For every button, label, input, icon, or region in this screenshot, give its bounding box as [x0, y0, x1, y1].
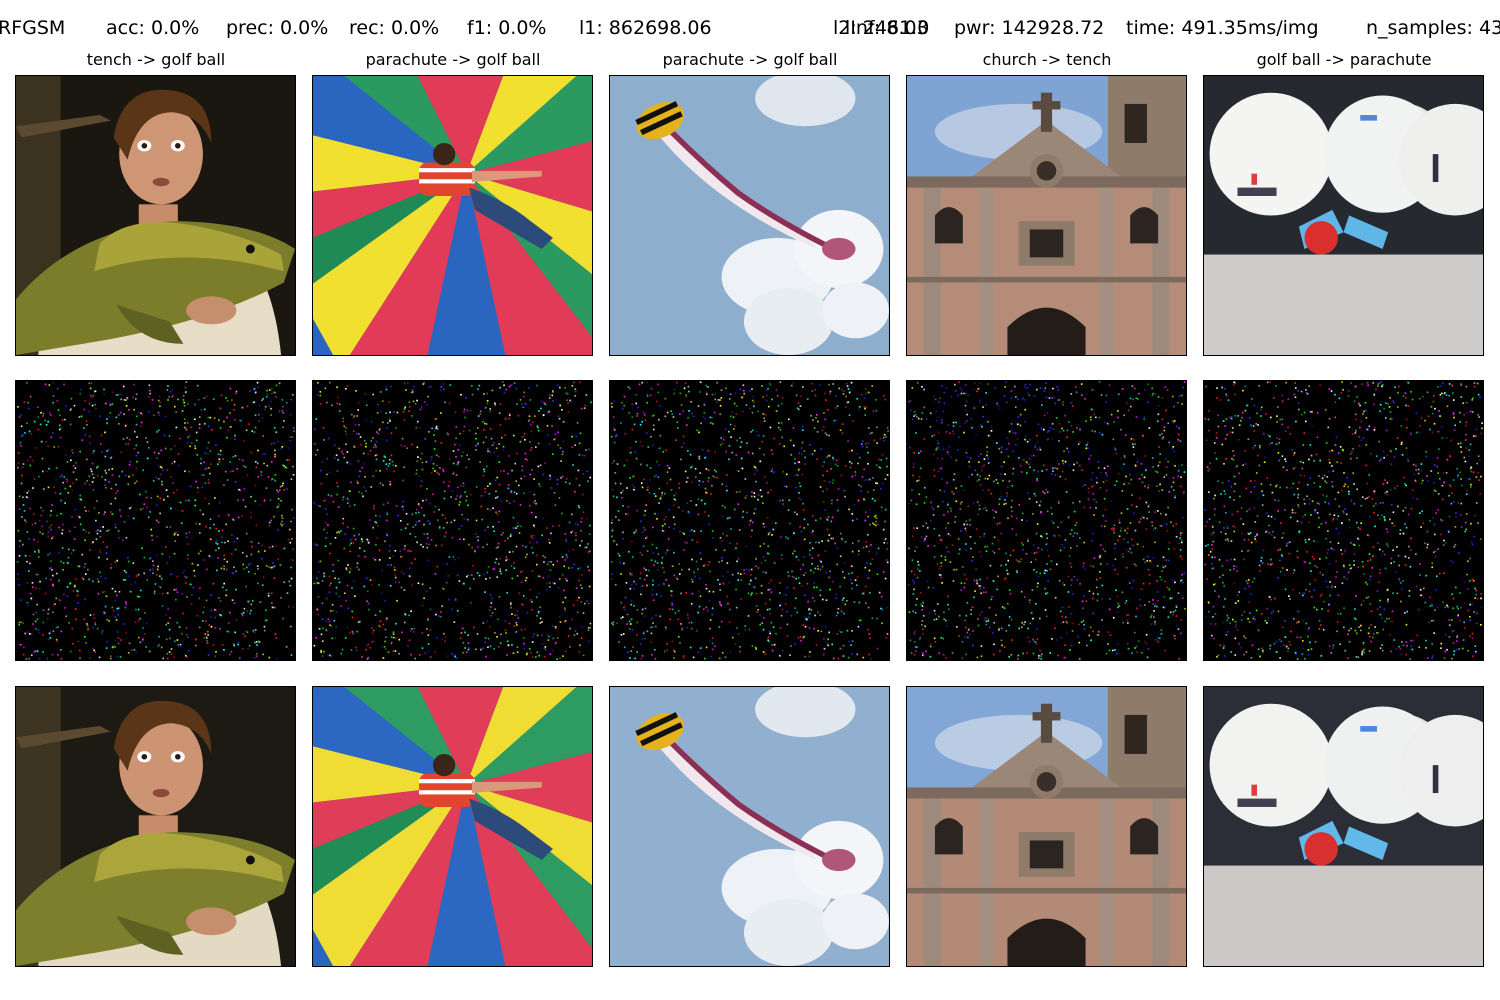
adversarial-image-church: [906, 686, 1187, 967]
perturbation-map-parachute-canopy: [312, 380, 593, 661]
column-title-1: tench -> golf ball: [86, 50, 226, 69]
metric-f1: f1: 0.0%: [467, 17, 547, 39]
adversarial-image-parachute-smoke: [609, 686, 890, 967]
perturbation-noise: [610, 381, 889, 660]
metric-prec: prec: 0.0%: [226, 17, 329, 39]
adversarial-image-parachute-canopy: [312, 686, 593, 967]
perturbation-map-golf-balls: [1203, 380, 1484, 661]
perturbation-noise: [16, 381, 295, 660]
metric-rec: rec: 0.0%: [349, 17, 440, 39]
metric-acc: acc: 0.0%: [106, 17, 200, 39]
original-image-parachute-smoke: [609, 75, 890, 356]
metric-l1: l1: 862698.06: [579, 17, 712, 39]
perturbation-map-parachute-smoke: [609, 380, 890, 661]
adversarial-image-tench: [15, 686, 296, 967]
attack-name: RFGSM: [0, 17, 66, 39]
original-image-parachute-canopy: [312, 75, 593, 356]
metric-n-samples: n_samples: 43: [1366, 17, 1500, 39]
column-title-4: church -> tench: [982, 50, 1112, 69]
column-title-2: parachute -> golf ball: [365, 50, 541, 69]
original-image-church: [906, 75, 1187, 356]
metric-time: time: 491.35ms/img: [1126, 17, 1319, 39]
perturbation-noise: [1204, 381, 1483, 660]
original-image-tench: [15, 75, 296, 356]
column-title-3: parachute -> golf ball: [662, 50, 838, 69]
figure: RFGSM acc: 0.0% prec: 0.0% rec: 0.0% f1:…: [0, 0, 1500, 1000]
perturbation-noise: [907, 381, 1186, 660]
metric-pwr: pwr: 142928.72: [954, 17, 1105, 39]
perturbation-noise: [313, 381, 592, 660]
adversarial-image-golf-balls: [1203, 686, 1484, 967]
perturbation-map-church: [906, 380, 1187, 661]
column-title-5: golf ball -> parachute: [1256, 50, 1432, 69]
original-image-golf-balls: [1203, 75, 1484, 356]
perturbation-map-tench: [15, 380, 296, 661]
metric-linf: lInf: 8.03: [845, 17, 929, 39]
